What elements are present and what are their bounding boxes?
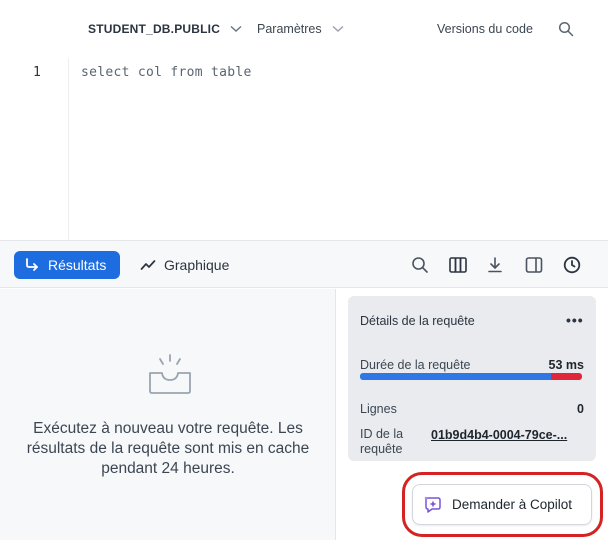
query-id-link[interactable]: 01b9d4b4-0004-79ce-... [431, 428, 583, 442]
code-line[interactable]: select col from table [81, 65, 252, 80]
search-results-icon[interactable] [410, 255, 430, 275]
gutter-divider [68, 58, 69, 240]
query-details-card: Détails de la requête ••• Durée de la re… [348, 296, 596, 461]
results-tab-label: Résultats [48, 257, 107, 273]
chart-tab-label: Graphique [164, 257, 230, 273]
duration-bar [360, 373, 582, 380]
history-clock-icon[interactable] [562, 255, 582, 275]
columns-icon[interactable] [448, 255, 468, 275]
chevron-down-icon [230, 25, 242, 32]
ask-copilot-button[interactable]: Demander à Copilot [412, 484, 592, 525]
duration-label: Durée de la requête [360, 358, 471, 372]
query-details-pane: Détails de la requête ••• Durée de la re… [336, 289, 608, 540]
return-arrow-icon [26, 258, 38, 271]
more-options-icon[interactable]: ••• [566, 312, 584, 328]
line-number: 1 [33, 65, 41, 80]
editor-toolbar: STUDENT_DB.PUBLIC Paramètres Versions du… [0, 0, 608, 58]
rows-value: 0 [577, 402, 584, 416]
ask-copilot-label: Demander à Copilot [452, 497, 573, 512]
query-details-title: Détails de la requête [360, 314, 475, 328]
database-selector[interactable]: STUDENT_DB.PUBLIC [88, 22, 242, 36]
split-panel-icon[interactable] [524, 255, 544, 275]
chevron-down-icon [332, 25, 344, 32]
line-chart-icon [140, 260, 156, 270]
empty-state-message: Exécutez à nouveau votre requête. Les ré… [26, 420, 310, 477]
duration-value: 53 ms [548, 358, 584, 372]
download-icon[interactable] [485, 255, 505, 275]
rows-label: Lignes [360, 402, 397, 416]
results-tab[interactable]: Résultats [14, 251, 120, 279]
code-versions-button[interactable]: Versions du code [437, 22, 533, 36]
parameters-label: Paramètres [257, 22, 322, 36]
results-empty-state: Exécutez à nouveau votre requête. Les ré… [0, 289, 336, 540]
results-toolbar: Résultats Graphique [0, 240, 608, 288]
database-label: STUDENT_DB.PUBLIC [88, 22, 221, 36]
duration-bar-execute [550, 373, 582, 380]
empty-inbox-icon [149, 354, 191, 394]
search-icon[interactable] [558, 21, 574, 37]
duration-bar-compile [360, 373, 551, 380]
chart-tab[interactable]: Graphique [140, 251, 229, 279]
copilot-sparkle-icon [424, 496, 441, 513]
sql-editor[interactable]: 1 select col from table [0, 58, 608, 240]
query-id-label: ID de la requête [360, 427, 404, 456]
parameters-dropdown[interactable]: Paramètres [257, 22, 344, 36]
